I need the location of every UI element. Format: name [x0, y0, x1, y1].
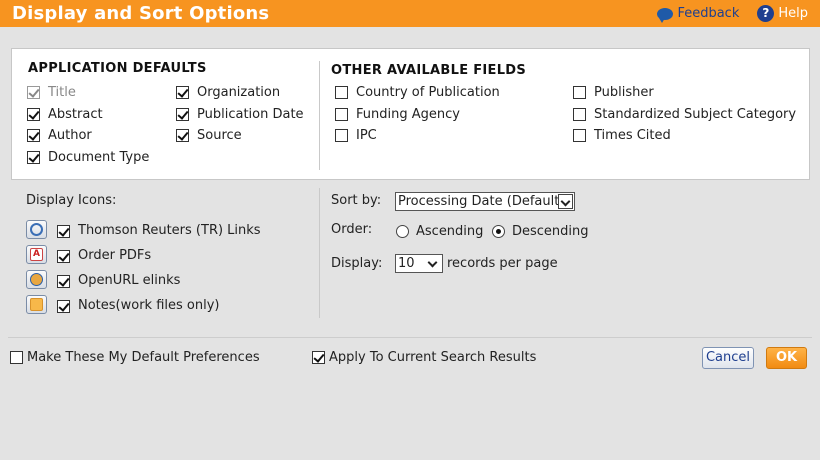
standardized-subject-category-label: Standardized Subject Category	[594, 107, 797, 122]
abstract-checkbox[interactable]	[27, 108, 40, 121]
document-type-label: Document Type	[48, 150, 150, 165]
source-checkbox[interactable]	[176, 129, 189, 142]
chevron-down-icon	[558, 194, 573, 209]
footer-divider	[8, 337, 812, 338]
records-per-page-select[interactable]: 10	[395, 254, 443, 273]
order-pdfs-label: Order PDFs	[78, 248, 152, 263]
times-cited-checkbox[interactable]	[573, 129, 586, 142]
tr-links-icon	[26, 220, 47, 239]
display-icons-heading: Display Icons:	[26, 193, 117, 208]
feedback-link[interactable]: Feedback	[657, 6, 740, 23]
organization-checkbox[interactable]	[176, 86, 189, 99]
organization-label: Organization	[197, 85, 281, 100]
publisher-checkbox[interactable]	[573, 86, 586, 99]
ascending-label: Ascending	[416, 224, 484, 239]
sort-by-select[interactable]: Processing Date (Default)	[395, 192, 575, 211]
notes-label: Notes(work files only)	[78, 298, 220, 313]
sort-by-value: Processing Date (Default)	[398, 194, 565, 209]
question-mark-icon: ?	[757, 5, 775, 22]
dialog-header: Display and Sort Options Feedback ? Help	[0, 0, 820, 27]
order-pdfs-checkbox[interactable]	[57, 250, 70, 263]
display-label: Display:	[331, 256, 383, 271]
source-label: Source	[197, 128, 242, 143]
ipc-checkbox[interactable]	[335, 129, 348, 142]
country-of-publication-label: Country of Publication	[356, 85, 500, 100]
author-label: Author	[48, 128, 92, 143]
times-cited-label: Times Cited	[594, 128, 671, 143]
panel-divider	[319, 61, 320, 170]
openurl-icon	[26, 270, 47, 289]
openurl-elinks-checkbox[interactable]	[57, 275, 70, 288]
author-checkbox[interactable]	[27, 129, 40, 142]
order-label: Order:	[331, 222, 373, 237]
dialog-title: Display and Sort Options	[12, 3, 270, 24]
publication-date-label: Publication Date	[197, 107, 304, 122]
publisher-label: Publisher	[594, 85, 654, 100]
ok-button[interactable]: OK	[766, 347, 807, 369]
tr-links-label: Thomson Reuters (TR) Links	[78, 223, 261, 238]
funding-agency-checkbox[interactable]	[335, 108, 348, 121]
options-divider	[319, 188, 320, 318]
openurl-elinks-label: OpenURL elinks	[78, 273, 181, 288]
apply-current-label: Apply To Current Search Results	[329, 350, 537, 365]
records-per-page-label: records per page	[447, 256, 558, 271]
make-default-checkbox[interactable]	[10, 351, 23, 364]
descending-label: Descending	[512, 224, 589, 239]
title-checkbox[interactable]	[27, 86, 40, 99]
chevron-down-icon	[426, 256, 441, 271]
application-defaults-heading: APPLICATION DEFAULTS	[28, 61, 207, 76]
abstract-label: Abstract	[48, 107, 103, 122]
tr-links-checkbox[interactable]	[57, 225, 70, 238]
ipc-label: IPC	[356, 128, 377, 143]
title-label: Title	[48, 85, 76, 100]
sort-by-label: Sort by:	[331, 193, 382, 208]
standardized-subject-category-checkbox[interactable]	[573, 108, 586, 121]
descending-radio[interactable]	[492, 225, 505, 238]
publication-date-checkbox[interactable]	[176, 108, 189, 121]
make-default-label: Make These My Default Preferences	[27, 350, 260, 365]
help-label: Help	[778, 6, 808, 21]
notes-icon	[26, 295, 47, 314]
records-per-page-value: 10	[398, 256, 415, 271]
header-links: Feedback ? Help	[657, 5, 808, 23]
cancel-button[interactable]: Cancel	[702, 347, 754, 369]
feedback-label: Feedback	[677, 6, 740, 21]
other-fields-heading: OTHER AVAILABLE FIELDS	[331, 63, 527, 78]
country-of-publication-checkbox[interactable]	[335, 86, 348, 99]
ascending-radio[interactable]	[396, 225, 409, 238]
pdf-icon: A	[26, 245, 47, 264]
help-link[interactable]: ? Help	[745, 5, 808, 22]
speech-bubble-icon	[657, 7, 674, 23]
document-type-checkbox[interactable]	[27, 151, 40, 164]
notes-checkbox[interactable]	[57, 300, 70, 313]
apply-current-checkbox[interactable]	[312, 351, 325, 364]
funding-agency-label: Funding Agency	[356, 107, 460, 122]
